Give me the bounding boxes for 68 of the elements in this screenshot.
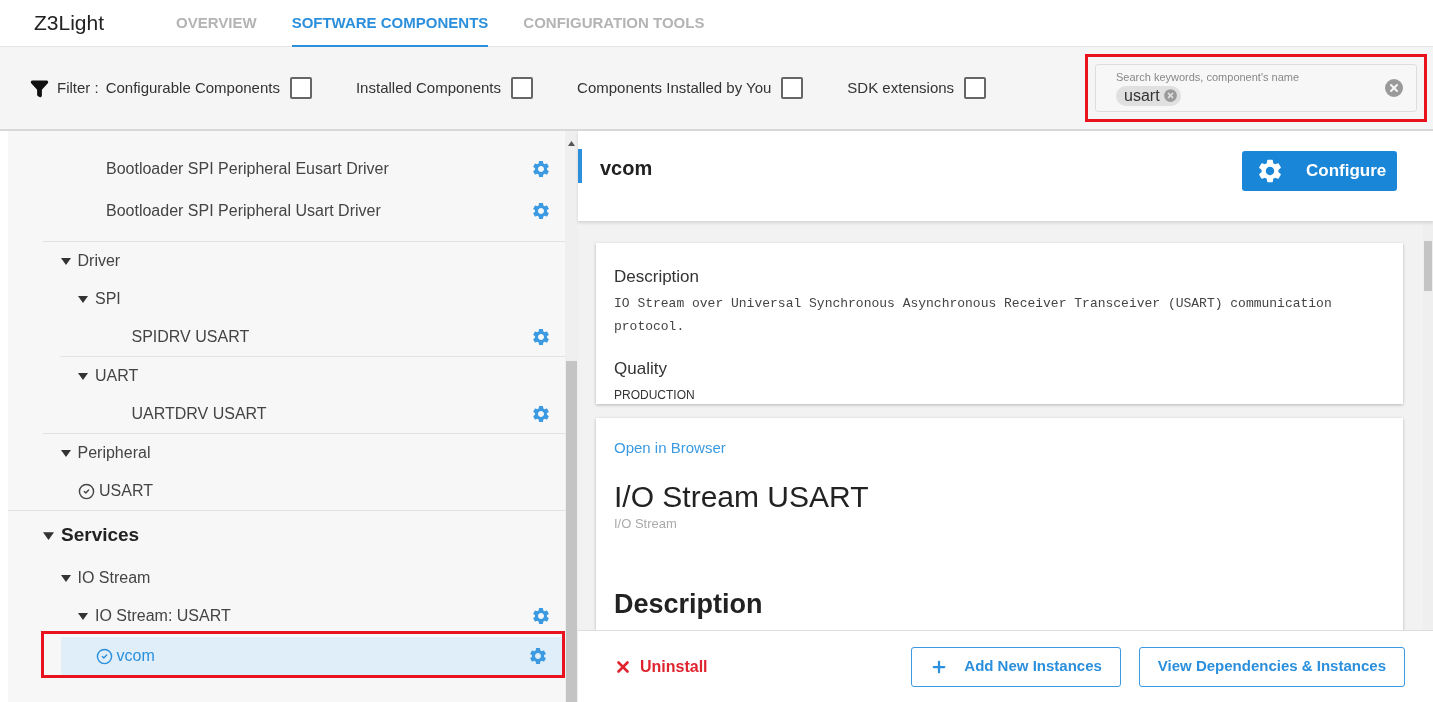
scrollbar-thumb[interactable] — [566, 361, 577, 702]
uninstall-button[interactable]: Uninstall — [614, 654, 708, 679]
search-field[interactable]: Search keywords, component's name usart — [1095, 64, 1417, 112]
tree-label: IO Stream — [77, 568, 151, 588]
quality-heading: Quality — [614, 357, 668, 380]
search-chip[interactable]: usart — [1116, 85, 1181, 106]
tree-item[interactable]: USART — [8, 472, 565, 510]
doc-title: I/O Stream USART — [614, 480, 870, 514]
tree-label: USART — [99, 481, 153, 501]
settings-icon[interactable] — [531, 327, 551, 347]
settings-icon — [1256, 157, 1284, 185]
doc-subtitle: I/O Stream — [614, 515, 678, 533]
caret-icon[interactable] — [60, 573, 71, 583]
description-heading: Description — [614, 266, 701, 288]
tree-item[interactable]: Peripheral — [8, 434, 565, 472]
clear-icon[interactable] — [1382, 76, 1406, 100]
filter-option-label: SDK extensions — [847, 77, 955, 98]
filter-option-label: Components Installed by You — [577, 77, 772, 98]
checkbox[interactable] — [289, 77, 312, 99]
tree-label: Services — [61, 522, 140, 547]
caret-icon[interactable] — [78, 611, 88, 621]
tree-label: Bootloader SPI Peripheral Eusart Driver — [106, 159, 389, 179]
settings-icon[interactable] — [531, 404, 551, 424]
caret-icon[interactable] — [60, 256, 71, 266]
tree-item[interactable]: Bootloader SPI Peripheral Usart Driver — [8, 190, 565, 232]
tree-label: UARTDRV USART — [131, 404, 267, 424]
settings-icon[interactable] — [531, 606, 551, 626]
caret-icon[interactable] — [60, 448, 71, 458]
caret-icon[interactable] — [78, 371, 88, 381]
caret-icon[interactable] — [43, 529, 54, 541]
tree-label: vcom — [116, 646, 155, 666]
settings-icon[interactable] — [528, 646, 548, 666]
tree-label: SPIDRV USART — [131, 327, 250, 347]
tree-item[interactable]: Bootloader SPI Peripheral Eusart Driver — [8, 148, 565, 190]
scrollbar-thumb[interactable] — [1424, 241, 1432, 291]
configure-button[interactable]: Configure — [1242, 151, 1397, 191]
tree-label: Bootloader SPI Peripheral Usart Driver — [106, 201, 381, 221]
tree-label: Driver — [77, 251, 121, 271]
settings-icon[interactable] — [531, 201, 551, 221]
app-title: Z3Light — [34, 10, 105, 37]
scrollbar[interactable] — [565, 131, 578, 702]
tree-item[interactable]: IO Stream — [8, 559, 565, 597]
tree-item[interactable]: UART — [8, 357, 565, 395]
checkbox[interactable] — [964, 77, 987, 99]
tree-label: UART — [95, 366, 139, 386]
search-placeholder: Search keywords, component's name — [1116, 70, 1301, 84]
description-text: IO Stream over Universal Synchronous Asynchronous Receiver Transceiver (USART) communication protocol. — [614, 294, 1333, 336]
checkbox[interactable] — [781, 77, 804, 99]
filter-icon — [30, 78, 49, 98]
quality-value: PRODUCTION — [614, 387, 696, 404]
tree-item[interactable]: Services — [8, 511, 565, 559]
component-title: vcom — [600, 156, 653, 181]
tree-item[interactable]: SPIDRV USART — [8, 318, 565, 356]
tree-item[interactable]: Driver — [8, 242, 565, 280]
filter-option-label: Configurable Components — [105, 77, 280, 98]
tree-item[interactable]: SPI — [8, 280, 565, 318]
tree-label: IO Stream: USART — [95, 606, 231, 626]
tree-item[interactable]: UARTDRV USART — [8, 395, 565, 433]
scroll-up-icon[interactable] — [568, 141, 575, 146]
caret-icon[interactable] — [78, 294, 88, 304]
tree-label: Peripheral — [77, 443, 151, 463]
checkbox[interactable] — [511, 77, 534, 99]
settings-icon[interactable] — [531, 159, 551, 179]
tree-item[interactable]: IO Stream: USART — [8, 597, 565, 635]
filter-option-label: Installed Components — [355, 77, 502, 98]
filter-label: Filter : — [57, 77, 99, 98]
tree-label: SPI — [95, 289, 121, 309]
doc-section-heading: Description — [614, 587, 764, 621]
